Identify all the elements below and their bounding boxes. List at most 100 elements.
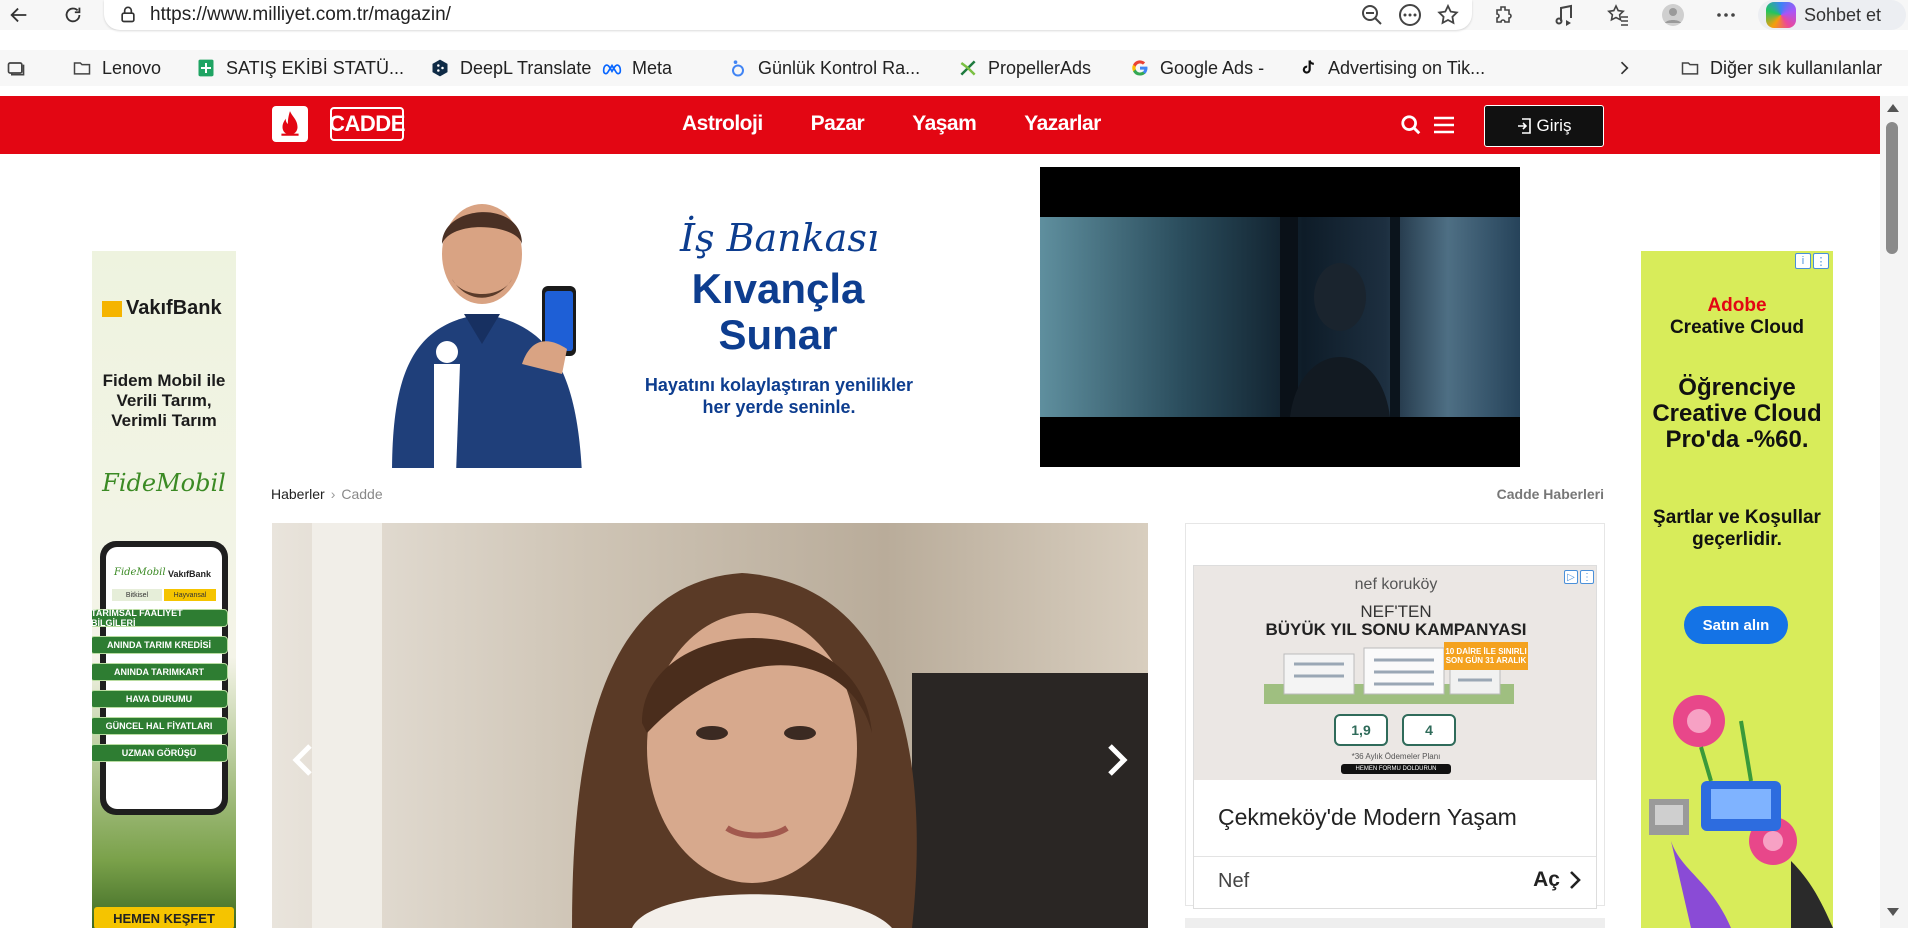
puzzle-icon <box>1496 6 1512 23</box>
sidebar-ad-box: ▷ ⋮ nef koruköy NEF'TEN BÜYÜK YIL SONU K… <box>1185 523 1605 909</box>
ellipsis-icon <box>1717 13 1735 17</box>
ad-close-icon[interactable]: ⋮ <box>1813 253 1829 269</box>
breadcrumb: Haberler › Cadde <box>271 486 383 502</box>
bookmark-propellerads[interactable]: PropellerAds <box>958 56 1091 80</box>
collections-button[interactable] <box>6 56 26 80</box>
video-ad-player[interactable] <box>1040 167 1520 467</box>
nef-fineprint: *36 Aylık Ödemeler Planı <box>1351 752 1441 761</box>
extensions-button[interactable] <box>1490 2 1518 28</box>
nav-astroloji[interactable]: Astroloji <box>682 112 763 136</box>
nav-yasam[interactable]: Yaşam <box>912 112 977 136</box>
nef-subtitle: NEF'TEN <box>1360 602 1432 621</box>
nef-number-2: 4 <box>1402 714 1456 746</box>
hamburger-menu-icon[interactable] <box>1432 114 1456 136</box>
main-nav: Astroloji Pazar Yaşam Yazarlar <box>682 112 1101 136</box>
chevron-right-icon <box>1108 744 1128 776</box>
news-slider[interactable] <box>272 523 1148 928</box>
cadde-haberleri-link[interactable]: Cadde Haberleri <box>1497 486 1604 502</box>
zoom-out-icon[interactable] <box>1360 3 1384 27</box>
tiktok-icon <box>1302 60 1314 74</box>
bookmarks-overflow-button[interactable] <box>1614 56 1634 80</box>
other-bookmarks-folder[interactable]: Diğer sık kullanılanlar <box>1680 56 1882 80</box>
isbank-headline: Kıvançla Sunar <box>691 265 865 358</box>
nef-headline: BÜYÜK YIL SONU KAMPANYASI <box>1265 620 1527 639</box>
vakifbank-logo-mark-icon <box>102 300 122 317</box>
favorite-star-icon[interactable] <box>1436 3 1460 27</box>
scroll-down-icon[interactable] <box>1886 906 1900 918</box>
nef-badge: 10 DAİRE İLE SINIRLI SON GÜN 31 ARALIK <box>1444 642 1528 670</box>
avatar-icon <box>1662 4 1684 26</box>
hemen-kesfet-button[interactable]: HEMEN KEŞFET <box>94 907 234 928</box>
isbank-logo-text: İş Bankası <box>680 216 879 260</box>
address-bar-row: https://www.milliyet.com.tr/magazin/ Soh… <box>0 0 1908 30</box>
breadcrumb-home-link[interactable]: Haberler <box>271 486 325 502</box>
refresh-icon <box>65 7 81 23</box>
google-icon <box>1132 60 1148 76</box>
vakifbank-ad-title: Fidem Mobil ile Verili Tarım, Verimli Ta… <box>102 371 226 430</box>
folder-icon <box>73 62 91 75</box>
nav-yazarlar[interactable]: Yazarlar <box>1024 112 1101 136</box>
collections-icon <box>7 62 25 76</box>
slider-prev-button[interactable] <box>286 735 322 785</box>
bookmark-google-ads[interactable]: Google Ads - <box>1130 56 1264 80</box>
url-text[interactable]: https://www.milliyet.com.tr/magazin/ <box>150 4 451 26</box>
login-icon <box>1517 118 1531 134</box>
nef-ad-creative: ▷ ⋮ nef koruköy NEF'TEN BÜYÜK YIL SONU K… <box>1194 566 1596 780</box>
search-icon[interactable] <box>1400 114 1422 136</box>
phone-app-name: FideMobil <box>114 567 166 578</box>
profile-button[interactable] <box>1658 2 1688 28</box>
bookmark-satis[interactable]: SATIŞ EKİBİ STATÜ... <box>196 56 404 80</box>
phone-menu-item: TARIMSAL FAALİYET BİLGİLERİ <box>92 608 228 628</box>
media-button[interactable] <box>1550 2 1578 28</box>
site-header: CADDE Astroloji Pazar Yaşam Yazarlar Gir… <box>0 96 1880 154</box>
more-page-icon[interactable] <box>1398 3 1422 27</box>
url-bar[interactable]: https://www.milliyet.com.tr/magazin/ <box>104 0 1472 30</box>
back-arrow-icon <box>10 7 27 23</box>
phone-menu-item: HAVA DURUMU <box>92 690 228 708</box>
fidemobil-logo: FideMobil <box>102 469 226 497</box>
milliyet-logo[interactable] <box>272 106 308 142</box>
copilot-icon <box>1766 2 1796 28</box>
breadcrumb-current[interactable]: Cadde <box>341 486 382 502</box>
meta-icon <box>602 63 622 75</box>
chevron-right-icon <box>1620 61 1629 75</box>
settings-more-button[interactable] <box>1712 2 1740 28</box>
satin-alin-button[interactable]: Satın alın <box>1684 606 1788 644</box>
bookmark-lenovo[interactable]: Lenovo <box>72 56 161 80</box>
favorites-list-icon <box>1607 4 1628 26</box>
nef-divider <box>1194 856 1596 857</box>
favorites-button[interactable] <box>1604 2 1632 28</box>
slider-next-button[interactable] <box>1098 735 1134 785</box>
login-button[interactable]: Giriş <box>1484 105 1604 147</box>
phone-bank-name: VakıfBank <box>168 569 212 579</box>
refresh-button[interactable] <box>60 2 86 28</box>
nef-brand: nef koruköy <box>1354 576 1438 593</box>
copilot-button[interactable]: Sohbet et <box>1758 0 1906 30</box>
copilot-label: Sohbet et <box>1804 4 1882 25</box>
nef-number-1: 1,9 <box>1334 714 1388 746</box>
sheets-icon <box>198 59 214 77</box>
nef-ad[interactable]: ▷ ⋮ nef koruköy NEF'TEN BÜYÜK YIL SONU K… <box>1193 565 1597 909</box>
chevron-right-icon <box>1570 871 1581 889</box>
nav-pazar[interactable]: Pazar <box>811 112 865 136</box>
sidebar-next-box <box>1185 918 1605 928</box>
isbank-banner-ad[interactable]: İş Bankası Kıvançla Sunar Hayatını kolay… <box>360 166 1032 468</box>
scrollbar-thumb[interactable] <box>1886 122 1898 254</box>
chevron-left-icon <box>292 744 312 776</box>
vakifbank-side-ad[interactable]: VakıfBank Fidem Mobil ile Verili Tarım, … <box>92 251 236 928</box>
adobe-side-ad[interactable]: i ⋮ Adobe Creative Cloud Öğrenciye Creat… <box>1641 251 1833 928</box>
browser-window: https://www.milliyet.com.tr/magazin/ Soh… <box>0 0 1908 928</box>
bookmark-gunluk[interactable]: Günlük Kontrol Ra... <box>728 56 920 80</box>
nef-open-button[interactable]: Aç <box>1533 868 1582 892</box>
cadde-logo[interactable]: CADDE <box>329 107 405 141</box>
bookmark-tiktok[interactable]: Advertising on Tik... <box>1298 56 1485 80</box>
phone-tab-bitkisel: Bitkisel <box>112 589 162 601</box>
scroll-up-icon[interactable] <box>1886 102 1900 114</box>
nef-ad-title[interactable]: Çekmeköy'de Modern Yaşam <box>1218 804 1517 831</box>
ad-info-icon[interactable]: i <box>1795 253 1811 269</box>
back-button[interactable] <box>6 2 32 28</box>
nef-advertiser: Nef <box>1218 870 1250 892</box>
bookmark-meta[interactable]: Meta <box>602 56 672 80</box>
nef-form-label: HEMEN FORMU DOLDURUN <box>1341 764 1451 774</box>
bookmark-deepl[interactable]: DeepL Translate <box>430 56 591 80</box>
